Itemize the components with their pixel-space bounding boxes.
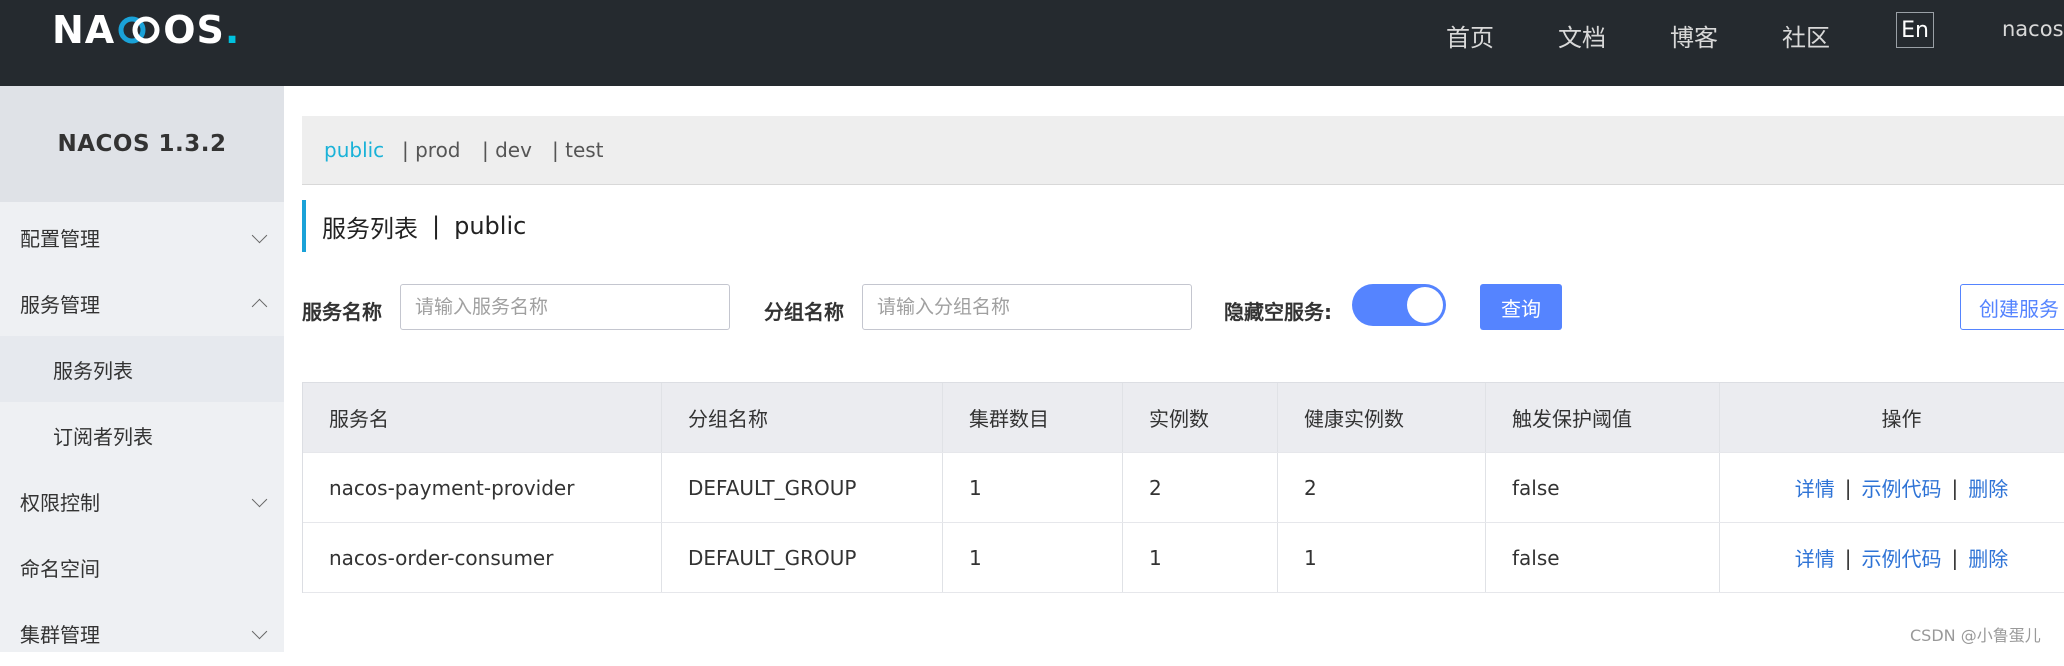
cell-clusters: 1 <box>943 453 1123 522</box>
detail-link[interactable]: 详情 <box>1795 473 1835 502</box>
nacos-logo[interactable]: NA OS . <box>52 8 240 52</box>
delete-link[interactable]: 删除 <box>1968 543 2008 572</box>
hide-empty-toggle[interactable] <box>1352 284 1446 326</box>
nav-docs[interactable]: 文档 <box>1558 18 1606 53</box>
cell-instances: 2 <box>1123 453 1278 522</box>
sidebar-item-namespace[interactable]: 命名空间 <box>0 534 284 600</box>
sample-code-link[interactable]: 示例代码 <box>1862 543 1942 572</box>
action-separator: | <box>1951 475 1959 500</box>
sidebar-item-service-list[interactable]: 服务列表 <box>0 336 284 402</box>
cell-actions: 详情 | 示例代码 | 删除 <box>1720 453 2064 522</box>
col-header-clusters: 集群数目 <box>943 383 1123 452</box>
col-header-group: 分组名称 <box>662 383 943 452</box>
action-separator: | <box>1844 545 1852 570</box>
table-row: nacos-order-consumer DEFAULT_GROUP 1 1 1… <box>303 523 2064 593</box>
namespace-dev[interactable]: | dev <box>482 138 532 162</box>
sample-code-link[interactable]: 示例代码 <box>1862 473 1942 502</box>
cell-healthy: 2 <box>1278 453 1486 522</box>
cell-clusters: 1 <box>943 523 1123 592</box>
sidebar-item-auth[interactable]: 权限控制 <box>0 468 284 534</box>
nav-community[interactable]: 社区 <box>1782 18 1830 53</box>
language-button[interactable]: En <box>1896 12 1934 48</box>
service-name-label: 服务名称 <box>302 300 382 324</box>
col-header-instances: 实例数 <box>1123 383 1278 452</box>
page-title-separator: | <box>432 212 441 240</box>
sidebar-item-service[interactable]: 服务管理 <box>0 270 284 336</box>
nav-blog[interactable]: 博客 <box>1670 18 1718 53</box>
action-separator: | <box>1844 475 1852 500</box>
action-separator: | <box>1951 545 1959 570</box>
sidebar-item-label: 服务管理 <box>20 292 100 317</box>
delete-link[interactable]: 删除 <box>1968 473 2008 502</box>
page-title-namespace: public <box>454 212 527 240</box>
group-name-input[interactable] <box>862 284 1192 330</box>
create-service-button[interactable]: 创建服务 <box>1960 284 2064 330</box>
sidebar-version: NACOS 1.3.2 <box>0 86 284 202</box>
hide-empty-label: 隐藏空服务: <box>1224 300 1332 324</box>
page-title: 服务列表 | public <box>302 200 526 252</box>
nav-home[interactable]: 首页 <box>1446 18 1494 53</box>
col-header-healthy: 健康实例数 <box>1278 383 1486 452</box>
namespace-public[interactable]: public <box>324 138 384 162</box>
chevron-down-icon <box>251 227 268 244</box>
user-name[interactable]: nacos <box>2002 17 2064 41</box>
namespace-bar: public | prod | dev | test <box>302 116 2064 185</box>
cell-threshold: false <box>1486 523 1720 592</box>
cell-threshold: false <box>1486 453 1720 522</box>
sidebar-item-cluster[interactable]: 集群管理 <box>0 600 284 666</box>
col-header-threshold: 触发保护阈值 <box>1486 383 1720 452</box>
table-header-row: 服务名 分组名称 集群数目 实例数 健康实例数 触发保护阈值 操作 <box>303 383 2064 453</box>
page-title-text: 服务列表 <box>322 214 418 243</box>
cell-service-name: nacos-order-consumer <box>303 523 662 592</box>
cell-service-name: nacos-payment-provider <box>303 453 662 522</box>
cell-healthy: 1 <box>1278 523 1486 592</box>
top-navbar: NA OS . 首页 文档 博客 社区 En nacos <box>0 0 2064 86</box>
table-row: nacos-payment-provider DEFAULT_GROUP 1 2… <box>303 453 2064 523</box>
cell-group: DEFAULT_GROUP <box>662 523 943 592</box>
namespace-test[interactable]: | test <box>552 138 604 162</box>
chevron-up-icon <box>251 298 268 315</box>
service-table: 服务名 分组名称 集群数目 实例数 健康实例数 触发保护阈值 操作 nacos-… <box>302 382 2064 593</box>
sidebar-item-label: 配置管理 <box>20 226 100 251</box>
logo-text-left: NA <box>52 8 116 52</box>
sidebar-item-label: 权限控制 <box>20 490 100 515</box>
toggle-knob <box>1407 287 1443 323</box>
namespace-prod[interactable]: | prod <box>402 138 461 162</box>
sidebar-item-subscribers[interactable]: 订阅者列表 <box>0 402 284 468</box>
group-name-label: 分组名称 <box>764 300 844 324</box>
sidebar-item-config[interactable]: 配置管理 <box>0 204 284 270</box>
watermark: CSDN @小鲁蛋儿 <box>1910 626 2041 645</box>
chevron-down-icon <box>251 623 268 640</box>
sidebar-item-label: 订阅者列表 <box>53 424 153 449</box>
logo-text-right: OS <box>163 8 225 52</box>
sidebar-item-label: 集群管理 <box>20 622 100 647</box>
cell-group: DEFAULT_GROUP <box>662 453 943 522</box>
col-header-actions: 操作 <box>1720 383 2064 452</box>
logo-dot: . <box>224 8 241 52</box>
query-button[interactable]: 查询 <box>1480 284 1562 330</box>
cell-actions: 详情 | 示例代码 | 删除 <box>1720 523 2064 592</box>
chevron-down-icon <box>251 491 268 508</box>
col-header-service-name: 服务名 <box>303 383 662 452</box>
sidebar-item-label: 命名空间 <box>20 556 100 581</box>
sidebar-item-label: 服务列表 <box>53 358 133 383</box>
service-name-input[interactable] <box>400 284 730 330</box>
detail-link[interactable]: 详情 <box>1795 543 1835 572</box>
sidebar: NACOS 1.3.2 配置管理 服务管理 服务列表 订阅者列表 权限控制 命名… <box>0 86 284 652</box>
logo-ring-icon <box>117 13 161 47</box>
cell-instances: 1 <box>1123 523 1278 592</box>
